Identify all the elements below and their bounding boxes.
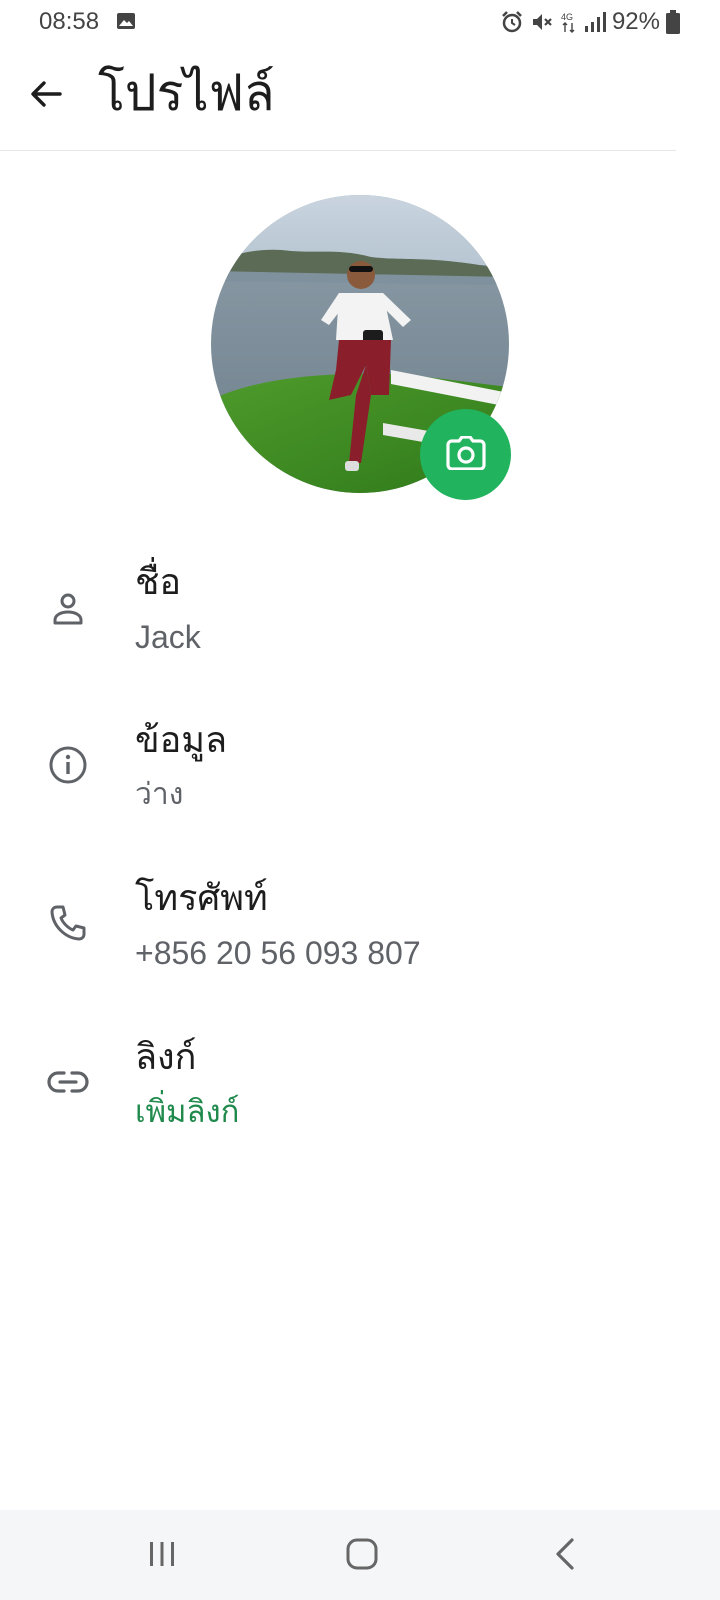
back-icon <box>552 1537 578 1575</box>
recents-icon <box>147 1539 177 1573</box>
signal-icon <box>584 11 606 33</box>
svg-text:4G: 4G <box>561 12 573 22</box>
add-link-button[interactable]: เพิ่มลิงก์ <box>135 1092 239 1132</box>
info-icon <box>46 743 90 787</box>
page-title: โปรไฟล์ <box>98 64 275 122</box>
system-nav-bar <box>0 1510 720 1600</box>
battery-percent: 92% <box>611 8 660 35</box>
alarm-icon <box>500 10 524 34</box>
phone-label: โทรศัพท์ <box>135 878 268 919</box>
nav-back-button[interactable] <box>535 1528 595 1584</box>
recents-button[interactable] <box>132 1528 192 1584</box>
about-row[interactable]: ข้อมูล ว่าง <box>0 713 720 833</box>
name-value: Jack <box>135 619 201 655</box>
name-label: ชื่อ <box>135 562 182 603</box>
link-label: ลิงก์ <box>135 1037 197 1078</box>
about-value: ว่าง <box>135 777 184 812</box>
app-bar: โปรไฟล์ <box>0 44 676 151</box>
phone-icon <box>46 901 90 945</box>
camera-icon <box>445 434 486 474</box>
name-row[interactable]: ชื่อ Jack <box>0 555 720 675</box>
arrow-left-icon <box>28 76 64 116</box>
status-time: 08:58 <box>39 8 100 35</box>
link-icon <box>46 1060 90 1104</box>
change-photo-button[interactable] <box>420 409 511 500</box>
status-icons: 4G 92% <box>500 7 680 37</box>
about-label: ข้อมูล <box>135 720 228 761</box>
4g-icon: 4G <box>560 10 578 34</box>
home-icon <box>345 1537 379 1575</box>
mute-icon <box>530 10 554 34</box>
person-icon <box>46 587 90 631</box>
link-row[interactable]: ลิงก์ เพิ่มลิงก์ <box>0 1030 720 1150</box>
battery-icon <box>666 10 680 34</box>
image-icon <box>117 13 135 29</box>
status-bar: 08:58 4G 92% <box>0 0 720 44</box>
phone-value: +856 20 56 093 807 <box>135 935 421 971</box>
home-button[interactable] <box>332 1528 392 1584</box>
phone-row[interactable]: โทรศัพท์ +856 20 56 093 807 <box>0 871 720 991</box>
back-button[interactable] <box>24 74 68 118</box>
